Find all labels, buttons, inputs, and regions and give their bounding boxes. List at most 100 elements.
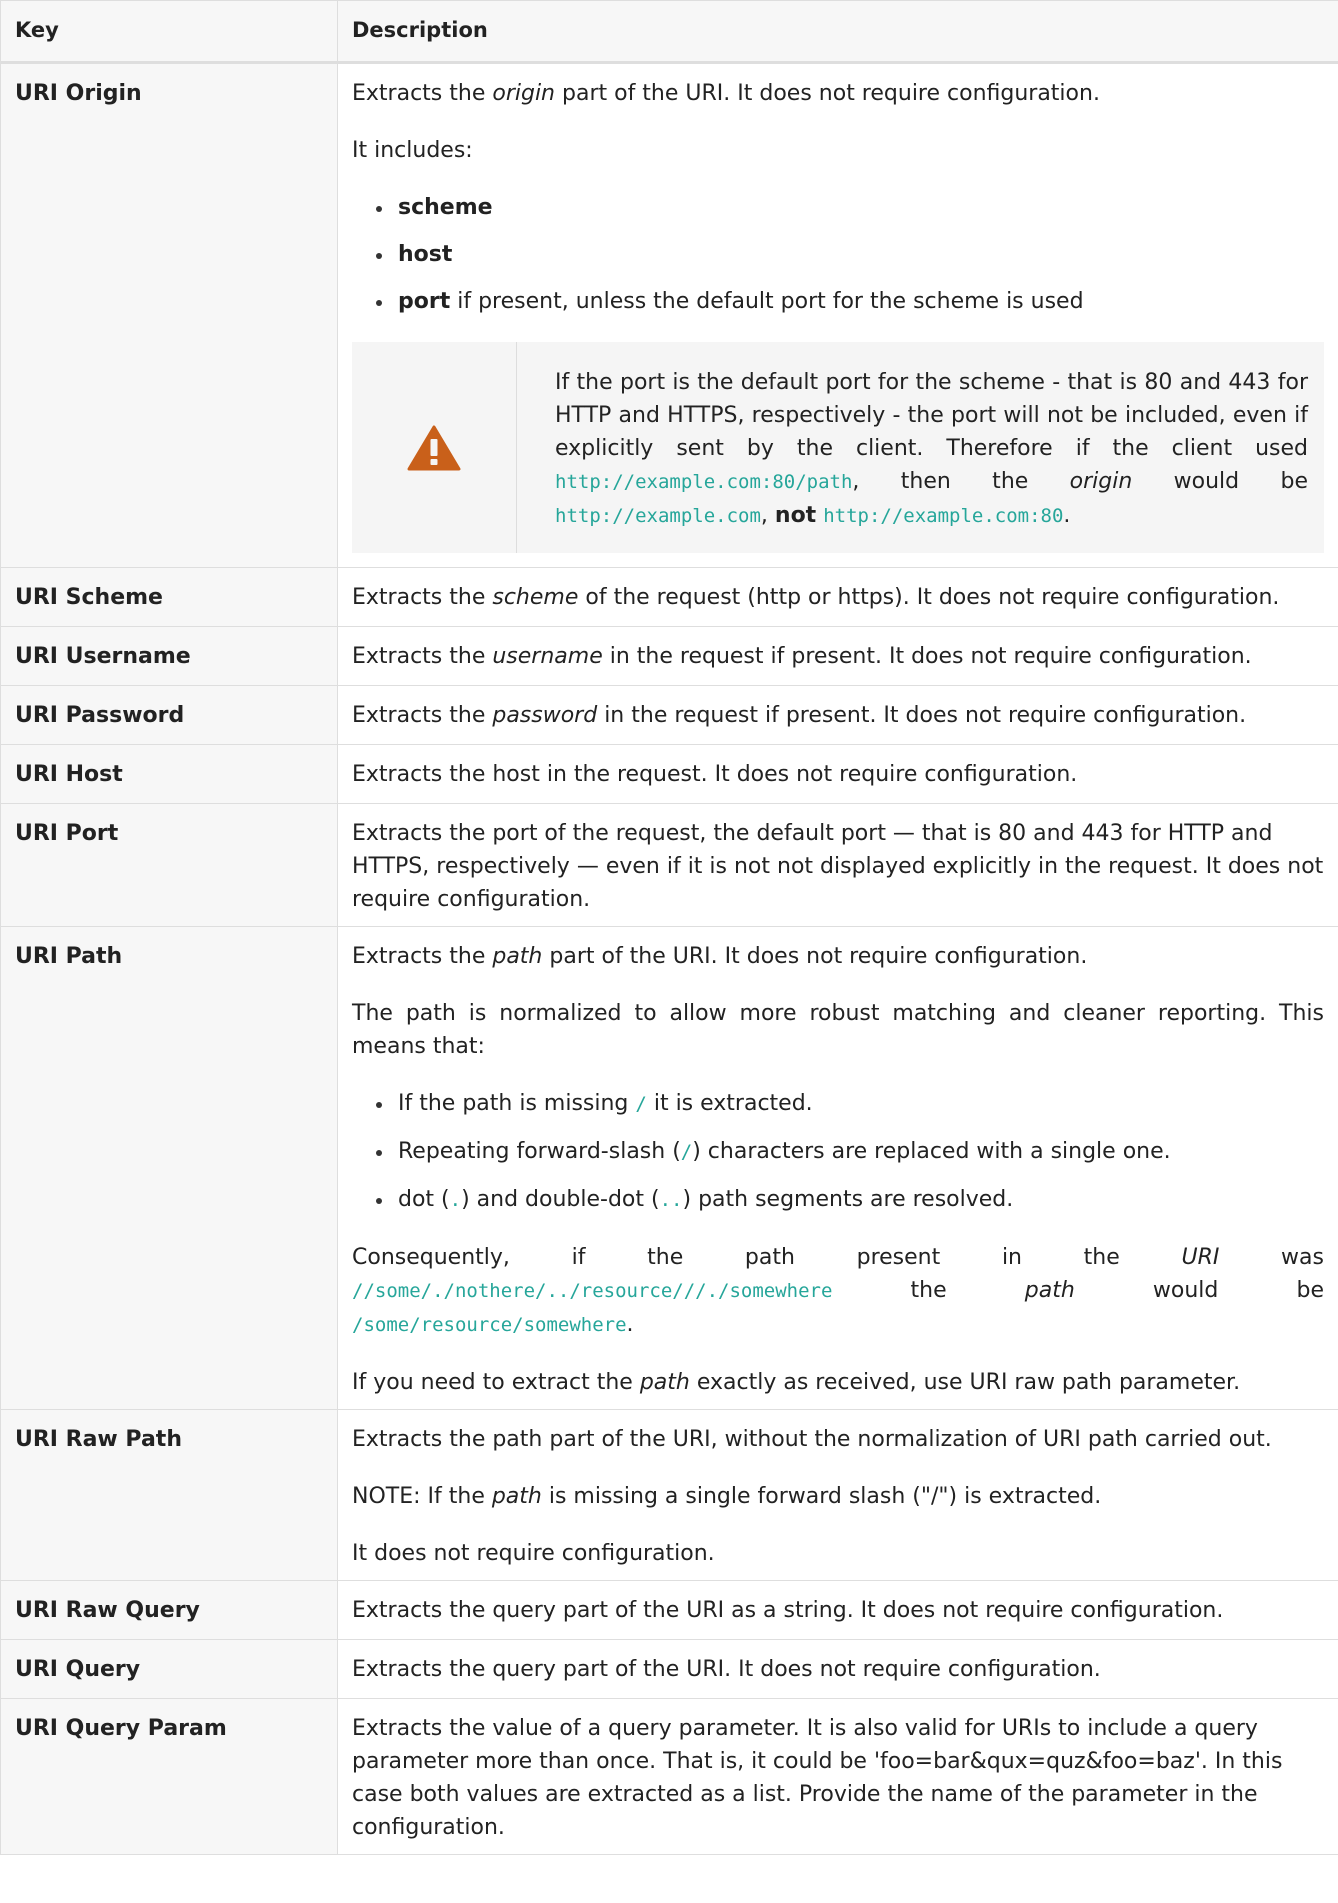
key-cell: URI Scheme xyxy=(0,567,338,627)
text: If the port is the default port for the … xyxy=(555,370,1308,461)
table-row: URI Path Extracts the path part of the U… xyxy=(0,926,1338,1410)
text: Extracts the xyxy=(352,944,493,969)
warning-icon-cell xyxy=(352,342,517,553)
text: is missing a single forward slash ("/") … xyxy=(541,1484,1102,1509)
description-cell: Extracts the query part of the URI as a … xyxy=(337,1580,1338,1640)
emphasis: path xyxy=(1024,1278,1075,1303)
table-row: URI Port Extracts the port of the reques… xyxy=(0,803,1338,927)
text: the xyxy=(832,1278,1025,1303)
code-text: http://example.com:80/path xyxy=(555,471,853,493)
strong-text: port xyxy=(398,289,451,314)
key-cell: URI Username xyxy=(0,626,338,686)
table-row: URI Query Param Extracts the value of a … xyxy=(0,1698,1338,1855)
text: would be xyxy=(1132,469,1308,494)
text: Extracts the xyxy=(352,81,493,106)
code-text: /some/resource/somewhere xyxy=(352,1314,627,1336)
list-item: Repeating forward-slash (/) characters a… xyxy=(374,1135,1324,1169)
paragraph: The path is normalized to allow more rob… xyxy=(352,1001,1324,1059)
key-cell: URI Origin xyxy=(0,62,338,568)
code-text: / xyxy=(680,1141,693,1163)
text: would be xyxy=(1074,1278,1324,1303)
text: , xyxy=(760,503,775,528)
warning-icon xyxy=(407,425,461,470)
text: in the request if present. It does not r… xyxy=(602,644,1252,669)
text: Extracts the xyxy=(352,585,493,610)
key-cell: URI Query xyxy=(0,1639,338,1699)
emphasis: origin xyxy=(492,81,555,106)
description-cell: Extracts the username in the request if … xyxy=(337,626,1338,686)
text: Extracts the xyxy=(352,703,493,728)
description-cell: Extracts the path part of the URI, witho… xyxy=(337,1409,1338,1581)
key-cell: URI Host xyxy=(0,744,338,804)
description-cell: Extracts the host in the request. It doe… xyxy=(337,744,1338,804)
key-cell: URI Raw Query xyxy=(0,1580,338,1640)
text: exactly as received, use URI raw path pa… xyxy=(689,1370,1241,1395)
emphasis: origin xyxy=(1069,469,1133,494)
warning-admonition: If the port is the default port for the … xyxy=(352,342,1324,553)
text: If you need to extract the xyxy=(352,1370,640,1395)
list-item: host xyxy=(374,238,1324,271)
table-row: URI Query Extracts the query part of the… xyxy=(0,1639,1338,1699)
key-cell: URI Path xyxy=(0,926,338,1410)
emphasis: scheme xyxy=(492,585,579,610)
strong-text: host xyxy=(398,242,453,267)
text: If the path is missing xyxy=(398,1091,636,1116)
emphasis: path xyxy=(492,944,543,969)
text: dot ( xyxy=(398,1187,450,1212)
list-item: scheme xyxy=(374,191,1324,224)
text: NOTE: If the xyxy=(352,1484,492,1509)
list: scheme host port if present, unless the … xyxy=(352,191,1324,318)
table-row: URI Username Extracts the username in th… xyxy=(0,626,1338,686)
code-text: //some/./nothere/../resource///./somewhe… xyxy=(352,1280,833,1302)
paragraph: Consequently, if the path present in the… xyxy=(352,1241,1324,1342)
key-cell: URI Password xyxy=(0,685,338,745)
code-text: http://example.com xyxy=(555,505,761,527)
warning-text: If the port is the default port for the … xyxy=(517,342,1324,553)
emphasis: path xyxy=(639,1370,690,1395)
description-cell: Extracts the value of a query parameter.… xyxy=(337,1698,1338,1855)
header-description: Description xyxy=(337,0,1338,64)
description-cell: Extracts the query part of the URI. It d… xyxy=(337,1639,1338,1699)
text: if present, unless the default port for … xyxy=(450,289,1084,314)
paragraph: If you need to extract the path exactly … xyxy=(352,1366,1324,1399)
strong-text: not xyxy=(774,503,817,528)
list-item: If the path is missing / it is extracted… xyxy=(374,1087,1324,1121)
code-text: http://example.com:80 xyxy=(823,505,1064,527)
table-row: URI Raw Path Extracts the path part of t… xyxy=(0,1409,1338,1581)
text: ) and double-dot ( xyxy=(461,1187,660,1212)
description-cell: Extracts the password in the request if … xyxy=(337,685,1338,745)
table-row: URI Scheme Extracts the scheme of the re… xyxy=(0,567,1338,627)
text: part of the URI. It does not require con… xyxy=(555,81,1100,106)
code-text: / xyxy=(635,1093,647,1115)
description-cell: Extracts the port of the request, the de… xyxy=(337,803,1338,927)
uri-keys-table: Key Description URI Origin Extracts the … xyxy=(0,0,1338,1855)
table-row: URI Password Extracts the password in th… xyxy=(0,685,1338,745)
emphasis: password xyxy=(492,703,598,728)
paragraph: Extracts the origin part of the URI. It … xyxy=(352,77,1324,110)
text: of the request (http or https). It does … xyxy=(578,585,1280,610)
paragraph: Extracts the path part of the URI, witho… xyxy=(352,1427,1272,1452)
text: part of the URI. It does not require con… xyxy=(542,944,1088,969)
description-cell: Extracts the origin part of the URI. It … xyxy=(337,62,1338,568)
text: in the request if present. It does not r… xyxy=(597,703,1247,728)
code-text: . xyxy=(449,1189,462,1211)
text: Extracts the xyxy=(352,644,493,669)
text: . xyxy=(626,1312,634,1337)
table-row: URI Origin Extracts the origin part of t… xyxy=(0,62,1338,568)
description-cell: Extracts the path part of the URI. It do… xyxy=(337,926,1338,1410)
paragraph: NOTE: If the path is missing a single fo… xyxy=(352,1480,1324,1513)
text: ) path segments are resolved. xyxy=(682,1187,1014,1212)
table-row: URI Host Extracts the host in the reques… xyxy=(0,744,1338,804)
text: Repeating forward-slash ( xyxy=(398,1139,681,1164)
emphasis: username xyxy=(492,644,603,669)
paragraph: It includes: xyxy=(352,138,473,163)
table-row: URI Raw Query Extracts the query part of… xyxy=(0,1580,1338,1640)
paragraph: It does not require configuration. xyxy=(352,1541,715,1566)
text: . xyxy=(1063,503,1071,528)
list: If the path is missing / it is extracted… xyxy=(352,1087,1324,1217)
strong-text: scheme xyxy=(398,195,493,220)
text: Consequently, if the path present in the xyxy=(352,1245,1182,1270)
header-key: Key xyxy=(0,0,338,64)
list-item: port if present, unless the default port… xyxy=(374,285,1324,318)
emphasis: path xyxy=(491,1484,542,1509)
